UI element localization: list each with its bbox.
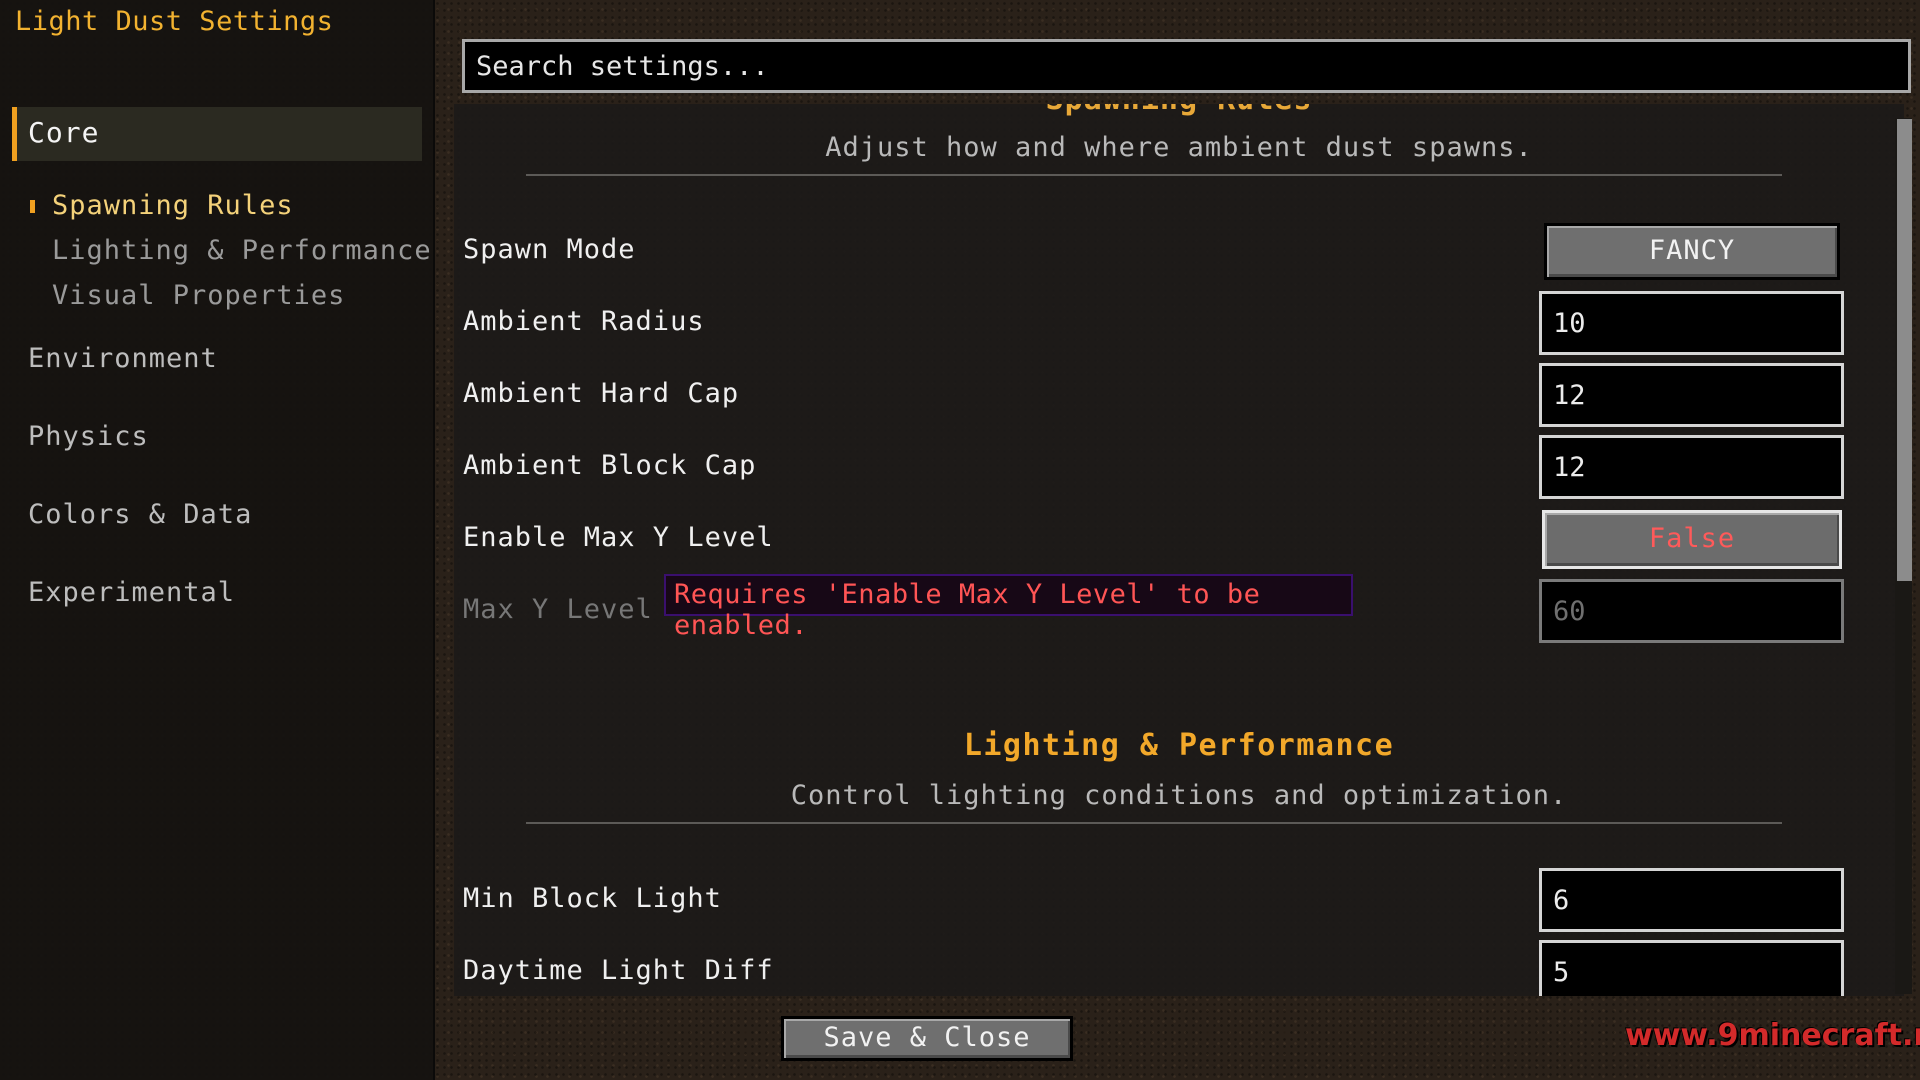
ambient-hard-cap-label: Ambient Hard Cap <box>463 378 740 409</box>
ambient-hard-cap-field[interactable] <box>1539 363 1844 427</box>
max-y-level-label: Max Y Level <box>463 594 653 625</box>
min-block-light-label: Min Block Light <box>463 883 722 914</box>
ambient-radius-label: Ambient Radius <box>463 306 705 337</box>
section-title-lighting-performance: Lighting & Performance <box>963 728 1395 763</box>
sidebar-item-colors-data[interactable]: Colors & Data <box>28 499 252 530</box>
scrollbar-thumb[interactable] <box>1897 119 1912 581</box>
sidebar: Light Dust Settings Core Spawning Rules … <box>0 0 435 1080</box>
search-input[interactable] <box>462 39 1911 93</box>
ambient-block-cap-field[interactable] <box>1539 435 1844 499</box>
spawn-mode-label: Spawn Mode <box>463 234 636 265</box>
sidebar-item-physics[interactable]: Physics <box>28 421 149 452</box>
enable-max-y-level-label: Enable Max Y Level <box>463 522 774 553</box>
section-divider <box>526 822 1782 824</box>
spawn-mode-button[interactable]: FANCY <box>1544 223 1840 280</box>
ambient-block-cap-label: Ambient Block Cap <box>463 450 757 481</box>
sidebar-item-core[interactable]: Core <box>12 107 422 161</box>
sidebar-item-environment[interactable]: Environment <box>28 343 218 374</box>
section-description: Control lighting conditions and optimiza… <box>790 780 1568 811</box>
min-block-light-field[interactable] <box>1539 868 1844 932</box>
watermark: www.9minecraft.net <box>1625 1018 1920 1053</box>
sidebar-subitem-lighting-performance[interactable]: Lighting & Performance <box>52 235 432 266</box>
sidebar-item-label: Core <box>28 116 100 149</box>
app-title: Light Dust Settings <box>15 6 334 37</box>
ambient-radius-field[interactable] <box>1539 291 1844 355</box>
settings-panel: Spawning Rules Adjust how and where ambi… <box>454 104 1904 996</box>
daytime-light-diff-label: Daytime Light Diff <box>463 955 774 986</box>
active-bullet-icon <box>30 200 35 213</box>
save-close-button[interactable]: Save & Close <box>781 1016 1073 1061</box>
max-y-level-field <box>1539 579 1844 643</box>
requirement-tooltip: Requires 'Enable Max Y Level' to be enab… <box>664 574 1353 641</box>
sidebar-subitem-visual-properties[interactable]: Visual Properties <box>52 280 345 311</box>
enable-max-y-level-toggle[interactable]: False <box>1542 510 1842 569</box>
section-title-spawning-rules: Spawning Rules <box>454 104 1904 117</box>
sidebar-item-experimental[interactable]: Experimental <box>28 577 235 608</box>
daytime-light-diff-field[interactable] <box>1539 940 1844 996</box>
sidebar-subitem-spawning-rules[interactable]: Spawning Rules <box>52 190 294 221</box>
section-description: Adjust how and where ambient dust spawns… <box>825 132 1533 163</box>
section-divider <box>526 174 1782 176</box>
